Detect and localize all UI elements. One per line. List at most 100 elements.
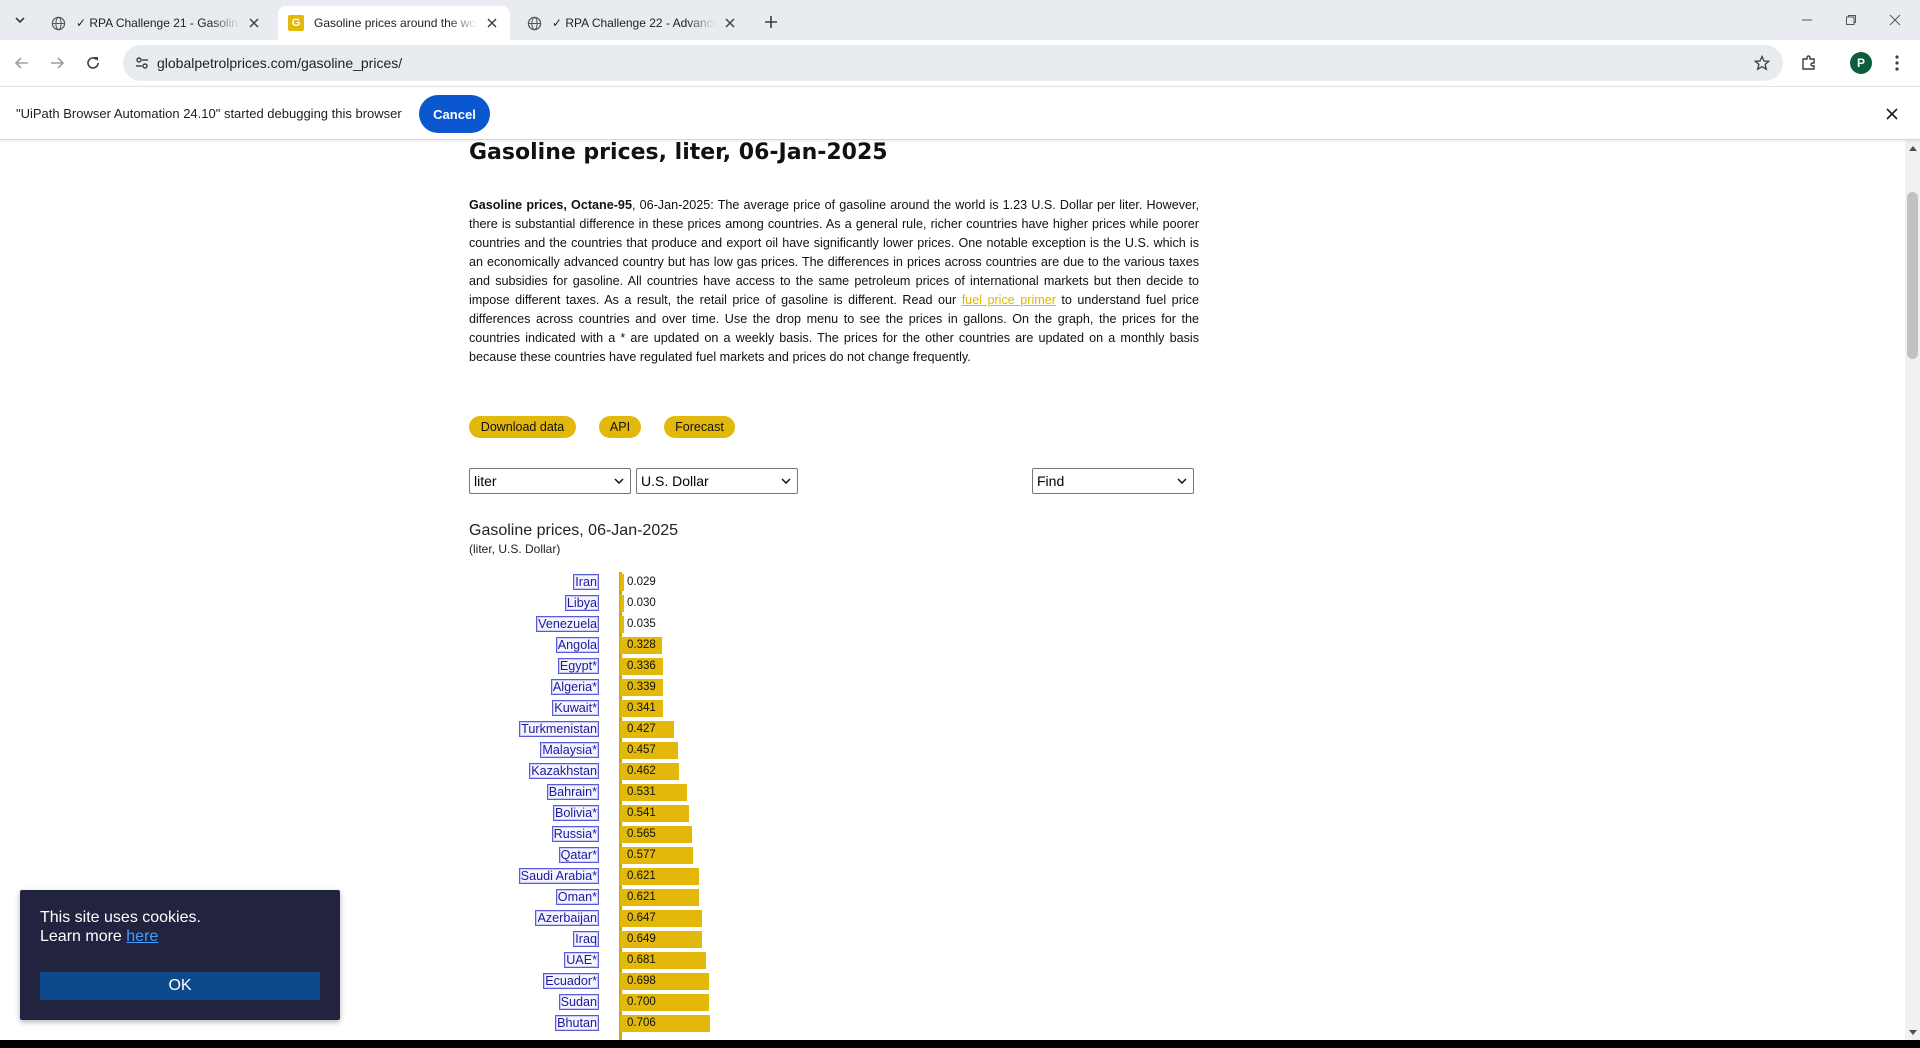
forward-button[interactable] [41, 47, 73, 79]
price-value-label: 0.577 [627, 849, 656, 861]
country-label[interactable]: Iran [573, 574, 599, 590]
price-value-label: 0.462 [627, 765, 656, 777]
country-label[interactable]: Bolivia* [553, 805, 599, 821]
close-tab-icon[interactable] [722, 15, 738, 31]
country-label[interactable]: Kuwait* [552, 700, 599, 716]
minimize-icon [1802, 19, 1812, 21]
close-infobar-icon[interactable] [1882, 104, 1902, 124]
bookmark-star-icon[interactable] [1751, 52, 1773, 74]
browser-toolbar: globalpetrolprices.com/gasoline_prices/ … [0, 40, 1920, 86]
cookie-learn-more: Learn more [40, 928, 122, 945]
country-label-wrap: Azerbaijan [300, 910, 599, 926]
price-value-label: 0.621 [627, 870, 656, 882]
cookie-ok-button[interactable]: OK [40, 972, 320, 1000]
country-label[interactable]: Ecuador* [543, 973, 599, 989]
country-label[interactable]: Saudi Arabia* [518, 868, 599, 884]
country-label[interactable]: Libya [564, 595, 599, 611]
globe-icon [526, 15, 542, 31]
address-bar[interactable]: globalpetrolprices.com/gasoline_prices/ [123, 45, 1783, 81]
arrow-right-icon [51, 57, 65, 69]
site-info-icon[interactable] [130, 51, 154, 75]
close-tab-icon[interactable] [484, 15, 500, 31]
price-value-label: 0.706 [627, 1017, 656, 1029]
country-label[interactable]: Egypt* [557, 658, 599, 674]
tab-strip: ✓ RPA Challenge 21 - Gasoline G Gasoline… [0, 0, 1920, 40]
tab-title: Gasoline prices around the wor [314, 16, 478, 30]
close-icon [1889, 14, 1901, 26]
plus-icon [765, 16, 777, 28]
tab-title: ✓ RPA Challenge 22 - Advanced [552, 16, 716, 30]
country-label[interactable]: Sudan [558, 994, 599, 1010]
new-tab-button[interactable] [757, 8, 785, 36]
debugging-infobar: "UiPath Browser Automation 24.10" starte… [0, 86, 1920, 140]
price-value-label: 0.029 [627, 576, 656, 588]
country-label-wrap: Bhutan [300, 1015, 599, 1031]
arrow-left-icon [14, 57, 28, 69]
country-label[interactable]: Iraq [573, 931, 599, 947]
country-label[interactable]: UAE* [564, 952, 599, 968]
close-window-button[interactable] [1868, 0, 1920, 40]
price-value-label: 0.647 [627, 912, 656, 924]
tab-search-button[interactable] [8, 8, 32, 32]
tab-rpa-challenge-22[interactable]: ✓ RPA Challenge 22 - Advanced [516, 6, 748, 40]
price-value-label: 0.457 [627, 744, 656, 756]
kebab-menu-icon [1895, 55, 1899, 71]
reload-button[interactable] [77, 47, 109, 79]
country-label[interactable]: Oman* [555, 889, 599, 905]
country-label-wrap: Egypt* [300, 658, 599, 674]
country-label-wrap: Ecuador* [300, 973, 599, 989]
tab-rpa-challenge-21[interactable]: ✓ RPA Challenge 21 - Gasoline [40, 6, 272, 40]
price-bar [620, 616, 625, 633]
country-label-wrap: Angola [300, 637, 599, 653]
country-label[interactable]: Angola [555, 637, 599, 653]
cookie-here-link[interactable]: here [126, 928, 158, 945]
country-label-wrap: Algeria* [300, 679, 599, 695]
price-value-label: 0.341 [627, 702, 656, 714]
back-button[interactable] [6, 47, 38, 79]
country-label[interactable]: Turkmenistan [519, 721, 599, 737]
country-label-wrap: Russia* [300, 826, 599, 842]
cookie-message: This site uses cookies. Learn more here [40, 908, 201, 946]
menu-button[interactable] [1884, 50, 1910, 76]
cancel-button[interactable]: Cancel [419, 95, 490, 133]
page-scrollbar[interactable] [1905, 140, 1920, 1040]
country-label[interactable]: Malaysia* [540, 742, 599, 758]
country-label[interactable]: Qatar* [558, 847, 599, 863]
avatar: P [1850, 52, 1872, 74]
country-label-wrap: Libya [300, 595, 599, 611]
price-value-label: 0.621 [627, 891, 656, 903]
country-label-wrap: Venezuela [300, 616, 599, 632]
scrollbar-thumb[interactable] [1907, 192, 1918, 359]
extensions-button[interactable] [1796, 50, 1822, 76]
country-label-wrap: Kazakhstan [300, 763, 599, 779]
tab-gasoline-prices[interactable]: G Gasoline prices around the wor [278, 6, 510, 40]
price-value-label: 0.698 [627, 975, 656, 987]
country-label[interactable]: Azerbaijan [535, 910, 599, 926]
country-label[interactable]: Kazakhstan [529, 763, 599, 779]
reload-icon [87, 57, 99, 69]
favicon-letter: G [291, 17, 301, 29]
country-label[interactable]: Bahrain* [546, 784, 599, 800]
country-label[interactable]: Russia* [551, 826, 599, 842]
puzzle-icon [1802, 55, 1815, 70]
country-label[interactable]: Algeria* [550, 679, 599, 695]
country-label-wrap: Oman* [300, 889, 599, 905]
url-text: globalpetrolprices.com/gasoline_prices/ [157, 55, 403, 71]
country-label-wrap: Malaysia* [300, 742, 599, 758]
price-bar [620, 595, 624, 612]
country-label-wrap: Turkmenistan [300, 721, 599, 737]
scroll-down-arrow-icon[interactable] [1905, 1025, 1920, 1040]
country-label[interactable]: Bhutan [555, 1015, 599, 1031]
infobar-message: "UiPath Browser Automation 24.10" starte… [16, 106, 402, 121]
close-tab-icon[interactable] [246, 15, 262, 31]
scroll-up-arrow-icon[interactable] [1905, 140, 1920, 155]
restore-icon [1846, 15, 1856, 25]
profile-button[interactable]: P [1848, 50, 1874, 76]
country-label-wrap: Saudi Arabia* [300, 868, 599, 884]
country-label-wrap: Qatar* [300, 847, 599, 863]
price-value-label: 0.328 [627, 639, 656, 651]
price-value-label: 0.565 [627, 828, 656, 840]
country-label[interactable]: Venezuela [536, 616, 599, 632]
country-label-wrap: Bahrain* [300, 784, 599, 800]
cookie-banner: This site uses cookies. Learn more here … [20, 890, 340, 1020]
